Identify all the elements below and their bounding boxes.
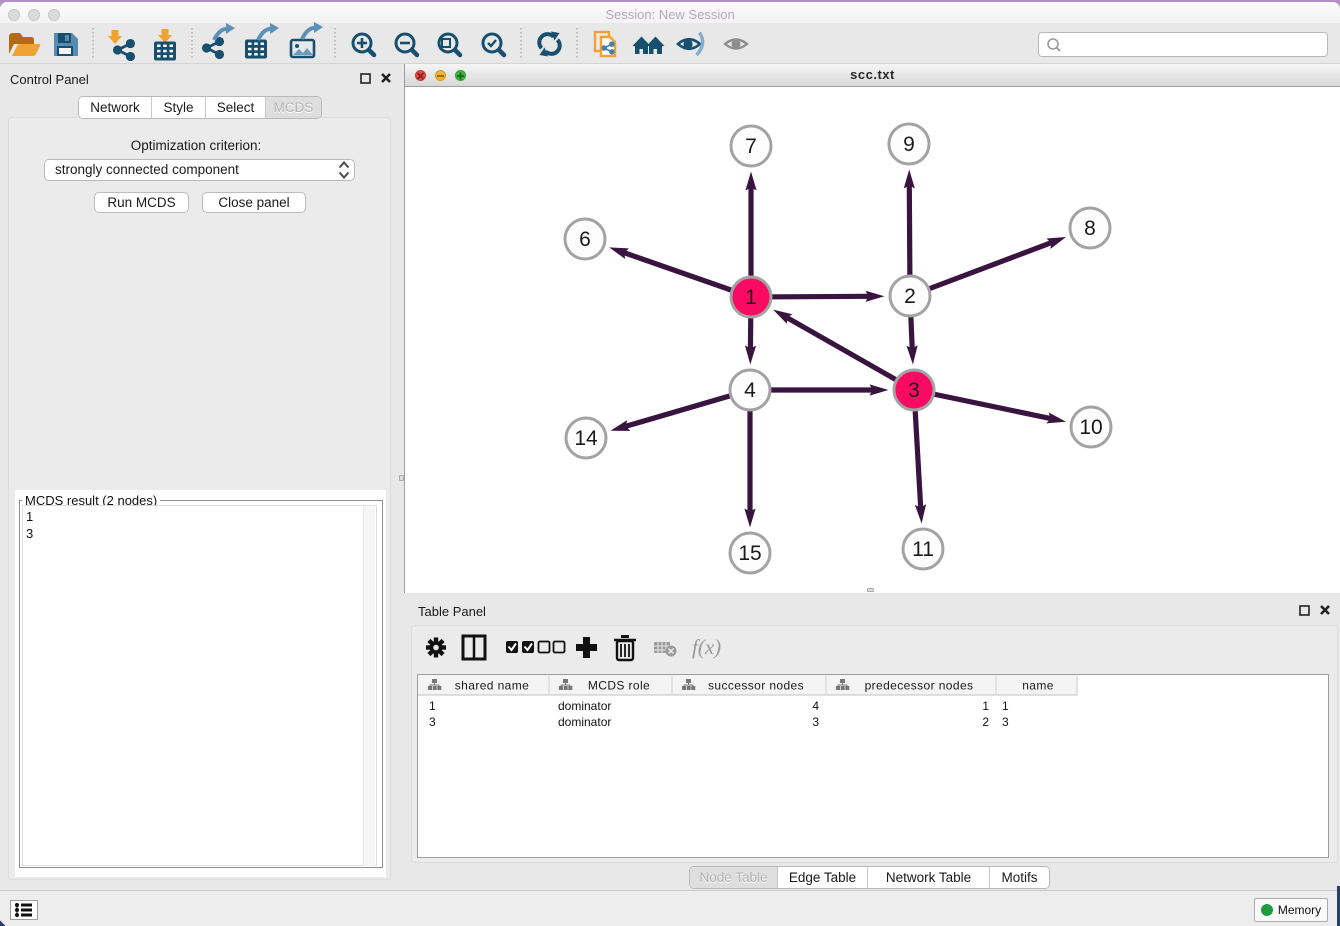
svg-text:f(x): f(x) bbox=[692, 635, 721, 659]
svg-text:successor nodes: successor nodes bbox=[708, 679, 804, 693]
svg-text:15: 15 bbox=[738, 542, 761, 565]
svg-text:2: 2 bbox=[904, 285, 916, 308]
svg-text:8: 8 bbox=[1084, 217, 1096, 240]
svg-text:3: 3 bbox=[908, 379, 920, 402]
svg-text:shared name: shared name bbox=[455, 679, 529, 693]
svg-text:6: 6 bbox=[579, 228, 591, 251]
svg-text:1: 1 bbox=[745, 286, 757, 309]
svg-text:14: 14 bbox=[574, 427, 598, 450]
svg-text:10: 10 bbox=[1079, 416, 1102, 439]
svg-text:MCDS role: MCDS role bbox=[588, 679, 650, 693]
svg-text:7: 7 bbox=[745, 135, 757, 158]
svg-text:predecessor nodes: predecessor nodes bbox=[865, 679, 974, 693]
svg-text:9: 9 bbox=[903, 133, 915, 156]
svg-text:name: name bbox=[1022, 679, 1054, 693]
svg-text:4: 4 bbox=[744, 379, 756, 402]
svg-text:11: 11 bbox=[912, 538, 934, 561]
